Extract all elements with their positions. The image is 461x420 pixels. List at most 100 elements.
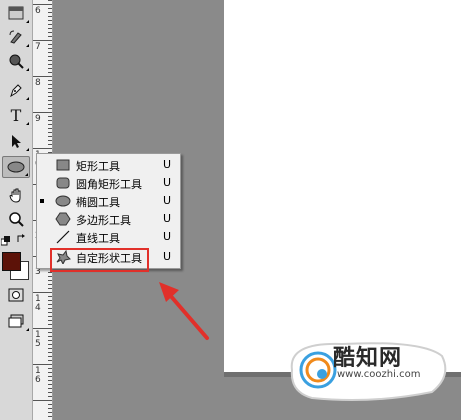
ruler-tick [48,20,52,21]
pen-tool[interactable] [2,79,30,101]
ruler-tick [48,412,52,413]
foreground-color-swatch[interactable] [2,252,21,271]
ruler-label: 8 [35,78,41,88]
ruler-tick [48,388,52,389]
menu-item-rounded-rectangle-tool[interactable]: 圆角矩形工具 U [37,174,180,192]
ruler-label: 9 [35,114,41,124]
quick-select-tool[interactable] [2,50,30,72]
ruler-label: 1 6 [35,366,41,385]
ruler-tick [48,392,52,393]
watermark-name: 酷知网 [333,346,403,371]
ruler-tick [48,332,52,333]
zoom-icon [9,212,24,227]
ruler-tick [48,144,52,145]
ruler-tick [48,104,52,105]
ruler-tick [48,132,52,133]
ruler-tick [48,320,52,321]
default-colors-icon[interactable] [1,236,11,246]
quick-select-icon [9,54,24,69]
ruler-tick [33,4,52,5]
menu-item-ellipse-tool[interactable]: 椭圆工具 U [37,192,180,210]
menu-item-line-tool[interactable]: 直线工具 U [37,228,180,246]
color-controls [0,232,30,250]
menu-item-rectangle-tool[interactable]: 矩形工具 U [37,156,180,174]
menu-item-shortcut: U [163,230,172,243]
ruler-tick [48,372,52,373]
screen-mode-icon [8,314,24,328]
marquee-tool[interactable] [2,2,30,24]
history-brush-icon [9,30,22,44]
menu-item-label: 多边形工具 [76,214,131,227]
ruler-tick [48,348,52,349]
menu-item-label: 圆角矩形工具 [76,178,142,191]
hand-icon [9,188,21,203]
ruler-tick [33,364,52,365]
ruler-tick [48,16,52,17]
ruler-tick [48,28,52,29]
ellipse-icon [7,161,25,173]
ruler-tick [48,380,52,381]
menu-item-shortcut: U [163,176,172,189]
arrow-icon [12,135,21,148]
ruler-tick [48,56,52,57]
ellipse-tool[interactable] [2,156,30,178]
ruler-tick [48,340,52,341]
ruler-tick [48,80,52,81]
pen-icon [10,84,22,98]
highlight-box [50,248,149,272]
ruler-tick [48,52,52,53]
polygon-icon [55,212,71,226]
ruler-tick [48,312,52,313]
hand-tool[interactable] [2,184,30,206]
path-select-tool[interactable] [2,130,30,152]
swap-colors-icon[interactable] [17,234,27,244]
ruler-tick [48,308,52,309]
ruler-tick [48,116,52,117]
ellipse-icon [55,195,71,207]
ruler-tick [48,0,52,1]
menu-item-shortcut: U [163,250,172,263]
ruler-tick [33,76,52,77]
ruler-tick [48,360,52,361]
menu-item-shortcut: U [163,158,172,171]
type-tool[interactable]: T [2,104,30,126]
ruler-tick [48,32,52,33]
history-brush-tool[interactable] [2,26,30,48]
line-icon [56,230,70,244]
ruler-tick [48,60,52,61]
ruler-tick [33,148,52,149]
menu-item-shortcut: U [163,194,172,207]
menu-item-label: 直线工具 [76,232,120,245]
ruler-tick [48,36,52,37]
screen-mode-tool[interactable] [2,310,30,332]
ruler-tick [48,316,52,317]
menu-item-label: 椭圆工具 [76,196,120,209]
ruler-tick [48,136,52,137]
zoom-tool[interactable] [2,208,30,230]
ruler-label: 1 4 [35,294,41,313]
quick-mask-tool[interactable] [2,284,30,306]
ruler-tick [48,300,52,301]
ruler-tick [48,140,52,141]
ruler-tick [48,384,52,385]
type-icon: T [10,105,22,125]
ruler-tick [48,44,52,45]
ruler-tick [48,336,52,337]
ruler-tick [48,48,52,49]
watermark-url: www.coozhi.com [337,369,421,380]
ruler-tick [33,328,52,329]
document-canvas[interactable] [224,0,461,372]
ruler-tick [48,12,52,13]
ruler-tick [48,288,52,289]
ruler-tick [48,344,52,345]
ruler-label: 7 [35,42,41,52]
ruler-tick [48,88,52,89]
menu-item-polygon-tool[interactable]: 多边形工具 U [37,210,180,228]
ruler-tick [48,376,52,377]
ruler-tick [48,8,52,9]
ruler-tick [48,120,52,121]
ruler-tick [33,292,52,293]
ruler-tick [48,84,52,85]
ruler-tick [48,324,52,325]
ruler-tick [48,124,52,125]
